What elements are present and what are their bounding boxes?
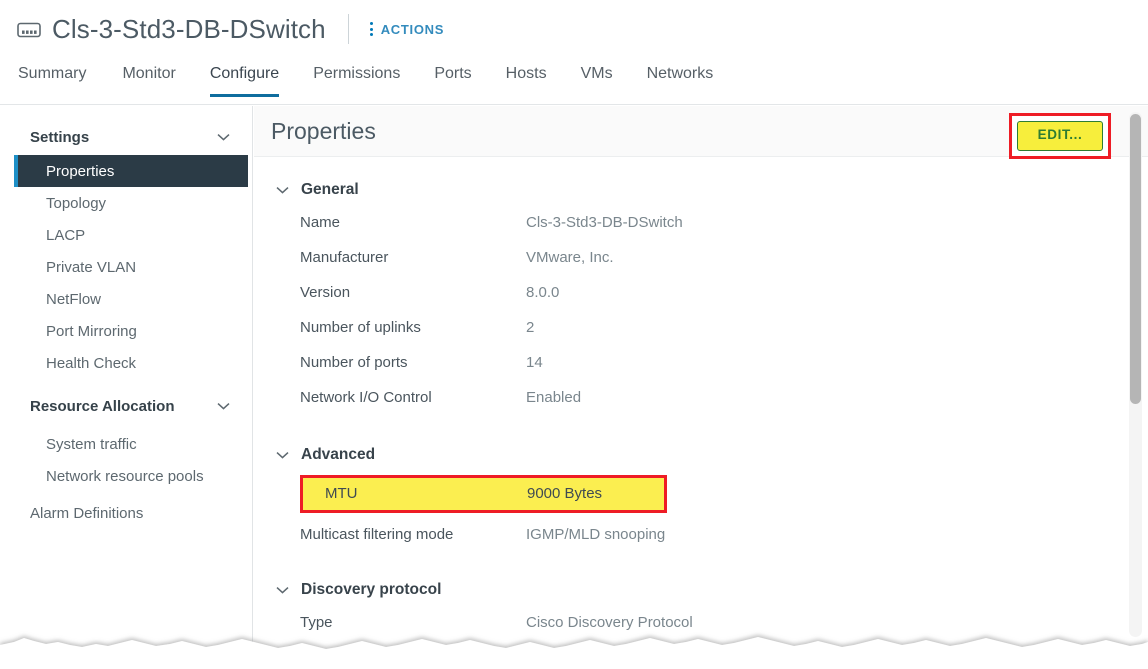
tab-ports[interactable]: Ports	[417, 58, 488, 97]
sidebar-item-label: Topology	[46, 194, 107, 212]
sidebar-group-resource-allocation-label: Resource Allocation	[30, 397, 175, 415]
tab-configure[interactable]: Configure	[193, 58, 296, 97]
sidebar-item-port-mirroring[interactable]: Port Mirroring	[0, 315, 252, 347]
sidebar-group-resource-allocation[interactable]: Resource Allocation	[0, 388, 252, 424]
property-row-multicast-filtering-mode: Multicast filtering mode IGMP/MLD snoopi…	[276, 522, 1148, 557]
property-row-network-io-control: Network I/O Control Enabled	[276, 385, 1148, 420]
sidebar-item-label: Health Check	[46, 354, 137, 372]
scrollbar-thumb[interactable]	[1130, 114, 1141, 404]
property-row-name: Name Cls-3-Std3-DB-DSwitch	[276, 210, 1148, 245]
property-label: Name	[300, 214, 341, 231]
sidebar-item-label: Properties	[46, 162, 115, 180]
sidebar-group-settings[interactable]: Settings	[0, 119, 252, 155]
section-title: Advanced	[301, 446, 376, 463]
sidebar-item-system-traffic[interactable]: System traffic	[0, 428, 252, 460]
sidebar-item-label: LACP	[46, 226, 86, 244]
tab-permissions[interactable]: Permissions	[296, 58, 417, 97]
sidebar-item-properties[interactable]: Properties	[14, 155, 248, 187]
property-value: Cls-3-Std3-DB-DSwitch	[526, 214, 683, 231]
chevron-down-icon	[276, 187, 289, 194]
content-header: Properties EDIT...	[254, 106, 1148, 159]
actions-menu-button[interactable]: ACTIONS	[368, 20, 446, 39]
properties-heading: Properties	[271, 117, 376, 144]
kebab-menu-icon	[370, 22, 374, 36]
sidebar-item-health-check[interactable]: Health Check	[0, 347, 252, 379]
tab-networks[interactable]: Networks	[630, 58, 731, 97]
chevron-down-icon	[276, 587, 289, 594]
configure-sidebar: Settings Properties Topology LACP Privat…	[0, 106, 253, 669]
chevron-down-icon	[217, 403, 230, 410]
sidebar-item-label: Port Mirroring	[46, 322, 137, 340]
property-row-version: Version 8.0.0	[276, 280, 1148, 315]
property-value: 14	[526, 354, 543, 371]
property-label: MTU	[325, 485, 358, 502]
sidebar-item-label: Alarm Definitions	[30, 504, 144, 522]
sidebar-item-label: System traffic	[46, 435, 137, 453]
property-row-manufacturer: Manufacturer VMware, Inc.	[276, 245, 1148, 280]
property-label: Manufacturer	[300, 249, 389, 266]
properties-content-panel: Properties EDIT... General Name Cls-3-St…	[254, 106, 1148, 669]
property-label: Version	[300, 284, 351, 301]
sidebar-item-netflow[interactable]: NetFlow	[0, 283, 252, 315]
sidebar-item-alarm-definitions[interactable]: Alarm Definitions	[0, 496, 252, 530]
section-header-discovery-protocol[interactable]: Discovery protocol	[276, 581, 1148, 599]
tab-summary[interactable]: Summary	[18, 58, 103, 97]
property-label: Network I/O Control	[300, 389, 432, 406]
sidebar-item-topology[interactable]: Topology	[0, 187, 252, 219]
property-row-number-of-ports: Number of ports 14	[276, 350, 1148, 385]
chevron-down-icon	[276, 452, 289, 459]
header-divider	[347, 14, 349, 44]
property-value: 2	[526, 319, 535, 336]
property-label: Number of uplinks	[300, 319, 421, 336]
section-header-general[interactable]: General	[276, 181, 1148, 199]
object-tab-bar: Summary Monitor Configure Permissions Po…	[0, 58, 1148, 105]
section-title: General	[301, 181, 359, 198]
tab-hosts[interactable]: Hosts	[489, 58, 564, 97]
vsphere-dswitch-configure-page: Cls-3-Std3-DB-DSwitch ACTIONS Summary Mo…	[0, 0, 1148, 669]
property-value: IGMP/MLD snooping	[526, 526, 666, 544]
property-value: 8.0.0	[526, 284, 560, 301]
sidebar-group-settings-label: Settings	[30, 128, 90, 146]
property-row-number-of-uplinks: Number of uplinks 2	[276, 315, 1148, 350]
content-scrollbar[interactable]	[1129, 112, 1142, 637]
property-row-mtu: MTU 9000 Bytes	[300, 475, 667, 514]
sidebar-item-lacp[interactable]: LACP	[0, 219, 252, 251]
edit-button-highlight: EDIT...	[1009, 113, 1111, 159]
property-value: VMware, Inc.	[526, 249, 614, 266]
property-row-type: Type Cisco Discovery Protocol	[276, 610, 1148, 645]
edit-button[interactable]: EDIT...	[1017, 121, 1103, 151]
sidebar-item-label: Private VLAN	[46, 258, 137, 276]
tab-vms[interactable]: VMs	[564, 58, 630, 97]
sidebar-item-label: NetFlow	[46, 290, 102, 308]
sidebar-item-private-vlan[interactable]: Private VLAN	[0, 251, 252, 283]
section-header-advanced[interactable]: Advanced	[276, 446, 1148, 464]
property-label: Type	[300, 614, 333, 632]
distributed-switch-icon	[17, 22, 41, 38]
properties-list: General Name Cls-3-Std3-DB-DSwitch Manuf…	[254, 157, 1148, 645]
actions-label: ACTIONS	[380, 21, 445, 37]
object-header: Cls-3-Std3-DB-DSwitch ACTIONS	[0, 0, 1148, 58]
sidebar-item-network-resource-pools[interactable]: Network resource pools	[0, 460, 252, 492]
property-label: Multicast filtering mode	[300, 526, 454, 544]
section-title: Discovery protocol	[301, 581, 442, 599]
property-value: Enabled	[526, 389, 582, 406]
page-title: Cls-3-Std3-DB-DSwitch	[52, 13, 326, 44]
sidebar-item-label: Network resource pools	[46, 467, 204, 485]
tab-monitor[interactable]: Monitor	[105, 58, 192, 97]
chevron-down-icon	[217, 134, 230, 141]
property-value: 9000 Bytes	[527, 485, 603, 502]
property-label: Number of ports	[300, 354, 408, 371]
property-value: Cisco Discovery Protocol	[526, 614, 693, 632]
